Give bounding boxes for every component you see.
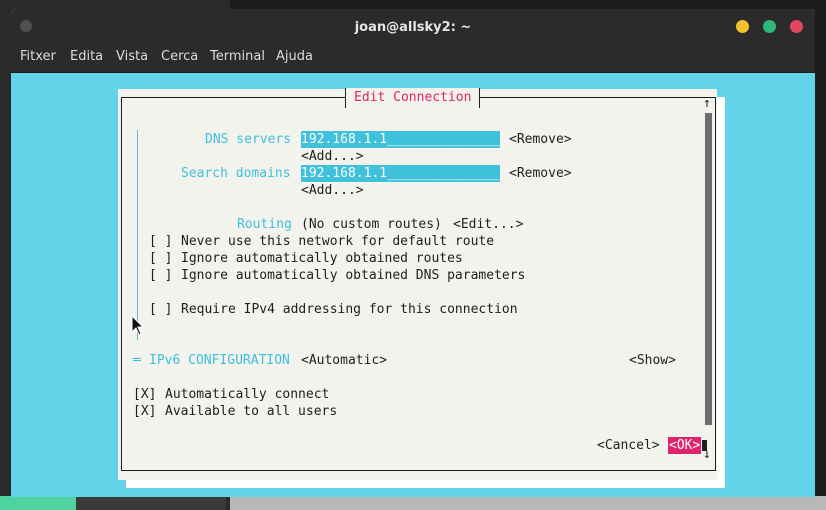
- menu-fitxer[interactable]: Fitxer: [20, 44, 56, 72]
- dns-server-input[interactable]: 192.168.1.1_______________: [301, 131, 500, 149]
- checkbox-label: Automatically connect: [165, 387, 330, 402]
- scrollbar[interactable]: [705, 113, 712, 425]
- desktop-panel-accent: [0, 496, 76, 510]
- menu-edita[interactable]: Edita: [70, 44, 103, 72]
- scroll-up-icon[interactable]: ↑: [703, 95, 711, 112]
- menu-vista[interactable]: Vista: [116, 44, 148, 72]
- checkbox-label: Ignore automatically obtained routes: [181, 251, 463, 266]
- minimize-button[interactable]: [736, 20, 749, 33]
- checkbox-ignore-routes[interactable]: [ ]: [149, 250, 172, 267]
- ipv6-method-select[interactable]: <Automatic>: [301, 352, 387, 369]
- search-remove-button[interactable]: <Remove>: [509, 165, 572, 182]
- menu-cerca[interactable]: Cerca: [161, 44, 198, 72]
- terminal-window: joan@allsky2: ~ Fitxer Edita Vista Cerca…: [11, 9, 815, 497]
- routing-edit-button[interactable]: <Edit...>: [453, 216, 523, 233]
- menu-bar: Fitxer Edita Vista Cerca Terminal Ajuda: [11, 44, 815, 73]
- menu-ajuda[interactable]: Ajuda: [276, 44, 313, 72]
- close-button[interactable]: [790, 20, 803, 33]
- terminal-area[interactable]: Edit Connection DNS servers 192.168.1.1_…: [11, 73, 815, 497]
- maximize-button[interactable]: [763, 20, 776, 33]
- title-bar[interactable]: joan@allsky2: ~: [11, 9, 815, 44]
- checkbox-auto-connect[interactable]: [X]: [133, 386, 156, 403]
- routing-label: Routing: [237, 217, 292, 232]
- mouse-pointer-icon: [131, 315, 145, 336]
- search-add-button[interactable]: <Add...>: [301, 182, 364, 199]
- checkbox-require-ipv4[interactable]: [ ]: [149, 301, 172, 318]
- desktop-panel: [76, 496, 226, 510]
- checkbox-label: Ignore automatically obtained DNS parame…: [181, 268, 526, 283]
- checkbox-ignore-dns[interactable]: [ ]: [149, 267, 172, 284]
- section-rule: [137, 130, 138, 340]
- ipv6-collapse-marker: ═: [133, 353, 141, 368]
- checkbox-label: Available to all users: [165, 404, 338, 419]
- cancel-button[interactable]: <Cancel>: [597, 437, 660, 454]
- dns-add-button[interactable]: <Add...>: [301, 148, 364, 165]
- background-window: [230, 496, 826, 510]
- dns-servers-label: DNS servers: [205, 132, 292, 147]
- checkbox-all-users[interactable]: [X]: [133, 403, 156, 420]
- edit-connection-dialog: Edit Connection DNS servers 192.168.1.1_…: [118, 88, 717, 480]
- ok-button[interactable]: <OK>: [668, 437, 702, 454]
- checkbox-label: Never use this network for default route: [181, 234, 495, 249]
- scroll-down-icon[interactable]: ↓: [703, 446, 711, 463]
- search-domains-label: Search domains: [181, 166, 291, 181]
- routing-value: (No custom routes): [301, 217, 442, 232]
- search-domain-input[interactable]: 192.168.1.1_______________: [301, 165, 500, 183]
- ipv6-section-label: IPv6 CONFIGURATION: [149, 353, 290, 368]
- checkbox-never-default-route[interactable]: [ ]: [149, 233, 172, 250]
- menu-terminal[interactable]: Terminal: [210, 44, 265, 72]
- ipv6-show-button[interactable]: <Show>: [629, 352, 676, 369]
- dialog-title: Edit Connection: [345, 88, 481, 108]
- dns-remove-button[interactable]: <Remove>: [509, 131, 572, 148]
- checkbox-label: Require IPv4 addressing for this connect…: [181, 302, 518, 317]
- window-title: joan@allsky2: ~: [354, 20, 472, 35]
